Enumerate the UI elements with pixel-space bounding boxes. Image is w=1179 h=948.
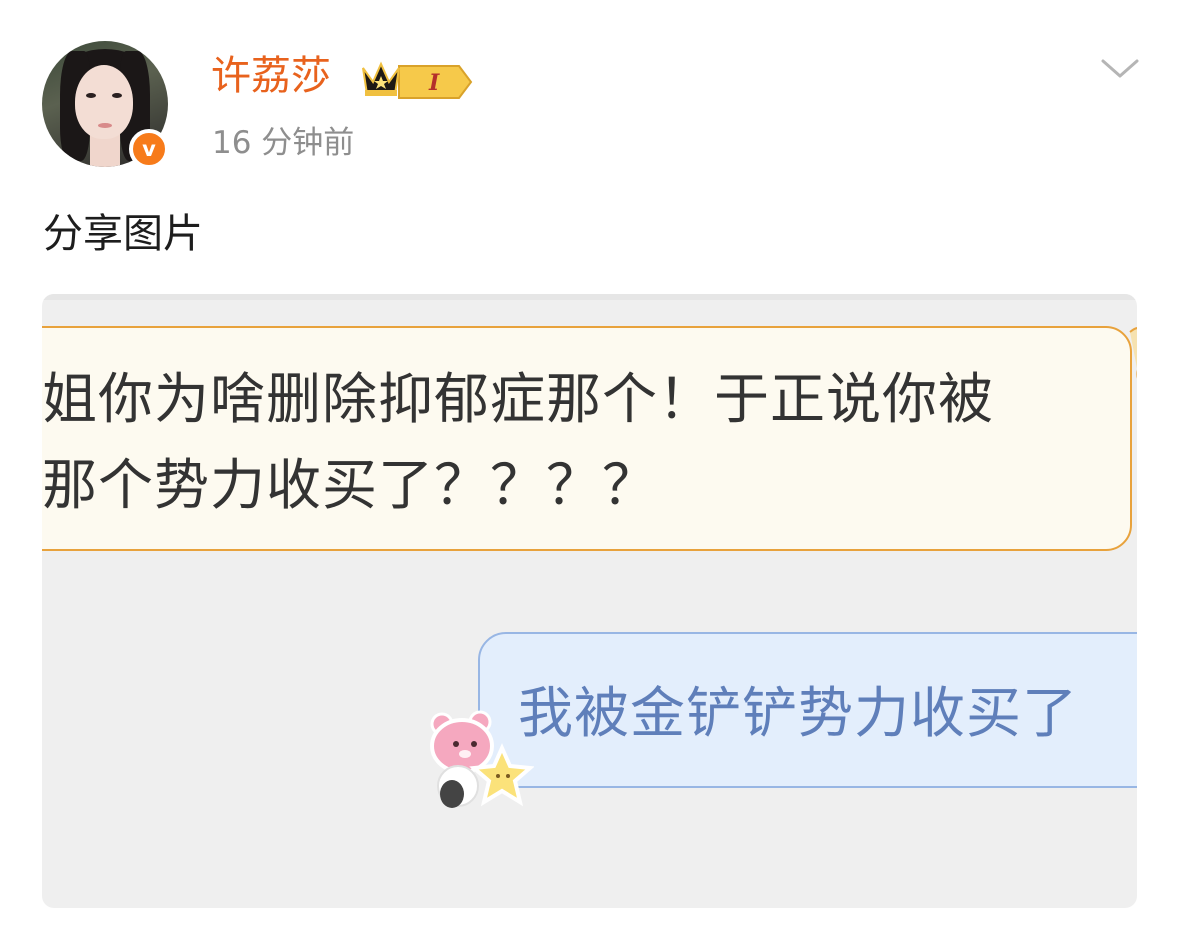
crown-level-badge-icon[interactable]: I — [359, 52, 473, 100]
bear-star-sticker — [430, 710, 534, 808]
chevron-down-icon[interactable] — [1100, 56, 1140, 82]
post-image[interactable]: 姐你为啥删除抑郁症那个！于正说你被 那个势力收买了？？？？ 我被金铲铲势力收买了 — [42, 294, 1137, 908]
post-text: 分享图片 — [43, 211, 203, 257]
username[interactable]: 许荔莎 — [211, 50, 331, 102]
bubble-decoration-icon — [1129, 327, 1137, 379]
verified-badge-icon: v — [129, 129, 169, 169]
level-badge-text: I — [428, 70, 440, 96]
outgoing-message-text: 我被金铲铲势力收买了 — [518, 681, 1079, 745]
incoming-message-text: 姐你为啥删除抑郁症那个！于正说你被 那个势力收买了？？？？ — [42, 367, 995, 517]
post-timestamp: 16 分钟前 — [212, 125, 355, 161]
